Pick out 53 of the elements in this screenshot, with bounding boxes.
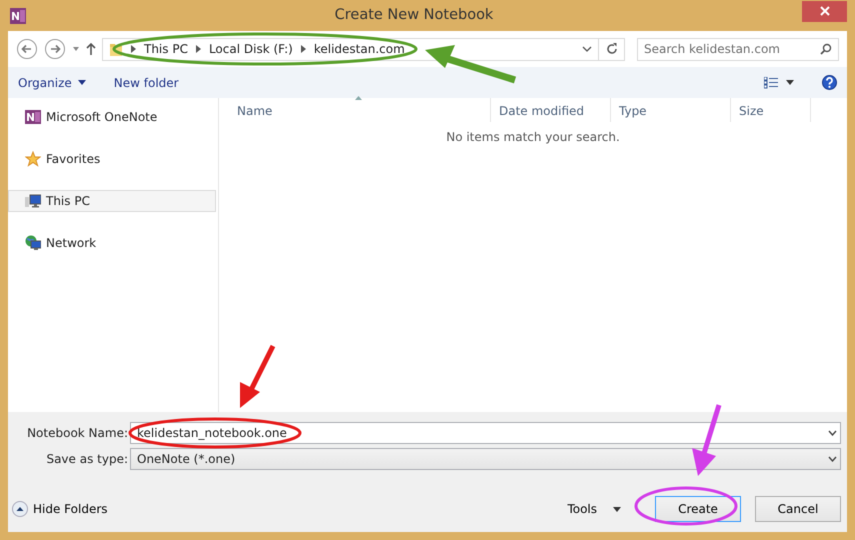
collapse-icon: [12, 501, 28, 517]
chevron-icon: [300, 45, 306, 53]
annotation-arrow: [692, 404, 722, 476]
column-header[interactable]: Size: [731, 98, 811, 122]
field-label: Notebook Name:: [26, 425, 129, 442]
breadcrumb-item[interactable]: kelidestan.com: [314, 40, 405, 58]
breadcrumb-item[interactable]: This PC: [144, 40, 188, 58]
sidebar-item[interactable]: This PC: [8, 190, 216, 212]
sidebar-item[interactable]: Network: [8, 232, 216, 254]
onenote-icon: [10, 8, 26, 24]
empty-message: No items match your search.: [445, 129, 621, 146]
type-dropdown[interactable]: OneNote (*.one): [130, 448, 841, 470]
close-button[interactable]: [802, 0, 847, 22]
view-list-icon[interactable]: [764, 76, 778, 88]
network-icon: [25, 235, 41, 251]
caret-icon[interactable]: [786, 80, 794, 85]
dialog-button[interactable]: Create: [655, 496, 741, 522]
caret-icon: [78, 80, 86, 85]
search-icon: [820, 42, 832, 54]
dropdown-icon[interactable]: [582, 45, 592, 53]
field-label: Save as type:: [45, 451, 129, 468]
column-header[interactable]: Date modified: [491, 98, 611, 122]
breadcrumb-item[interactable]: Local Disk (F:): [208, 40, 293, 58]
dropdown-icon[interactable]: [72, 45, 80, 53]
forward-icon[interactable]: [44, 38, 66, 60]
refresh-button[interactable]: [599, 38, 625, 60]
sort-arrow-icon: [355, 96, 362, 100]
back-icon[interactable]: [16, 38, 38, 60]
help-icon[interactable]: [822, 75, 837, 90]
up-arrow-icon[interactable]: [86, 42, 96, 56]
chevron-icon: [196, 45, 201, 53]
sidebar-item[interactable]: Favorites: [8, 148, 216, 170]
window-title: Create New Notebook: [334, 6, 494, 25]
chevron-icon: [131, 45, 136, 53]
sidebar-item[interactable]: Microsoft OneNote: [8, 106, 216, 128]
computer-icon: [25, 193, 41, 209]
caret-icon: [613, 506, 621, 512]
dropdown-icon: [828, 456, 837, 462]
name-field[interactable]: kelidestan_notebook.one: [130, 422, 841, 444]
toolbar-button[interactable]: New folder: [114, 74, 179, 92]
search-field[interactable]: Search kelidestan.com: [637, 38, 839, 60]
hide-folders-button[interactable]: Hide Folders: [12, 500, 108, 518]
annotation-arrow: [240, 344, 276, 408]
tools-menu[interactable]: Tools: [561, 499, 627, 519]
close-icon: [820, 6, 830, 16]
column-header[interactable]: Name: [219, 98, 491, 122]
dropdown-icon: [828, 430, 837, 436]
refresh-icon: [606, 43, 618, 55]
organize-menu[interactable]: Organize: [18, 74, 86, 92]
onenote-icon: [25, 109, 41, 125]
dialog-button[interactable]: Cancel: [755, 496, 841, 522]
star-icon: [25, 151, 41, 167]
column-header[interactable]: Type: [611, 98, 731, 122]
